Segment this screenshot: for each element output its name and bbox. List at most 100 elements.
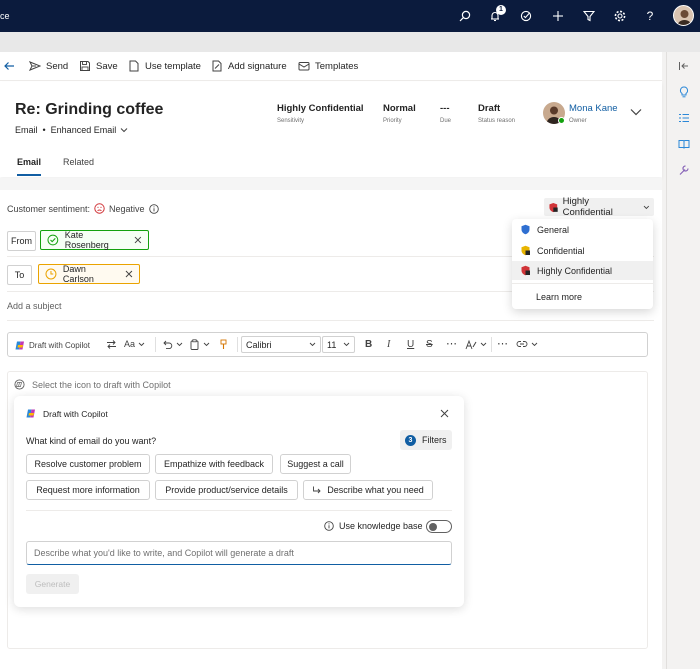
font-size-select[interactable]: 11 bbox=[322, 336, 355, 353]
tab-related[interactable]: Related bbox=[63, 157, 94, 176]
undo-dropdown[interactable] bbox=[162, 339, 183, 350]
chevron-down-icon bbox=[120, 128, 128, 133]
chip-request-more-information[interactable]: Request more information bbox=[26, 480, 150, 500]
chevron-down-icon bbox=[643, 205, 650, 209]
swap-icon[interactable] bbox=[106, 339, 117, 350]
use-template-button[interactable]: Use template bbox=[128, 60, 201, 72]
format-painter-icon[interactable] bbox=[218, 339, 229, 350]
customer-sentiment: Customer sentiment: Negative bbox=[7, 203, 159, 214]
form-selector[interactable]: Enhanced Email bbox=[51, 125, 129, 135]
separator-dot: • bbox=[42, 125, 46, 135]
form-name: Enhanced Email bbox=[50, 125, 117, 135]
sensitivity-option-confidential[interactable]: Confidential bbox=[512, 241, 653, 260]
chip-resolve-customer-problem[interactable]: Resolve customer problem bbox=[26, 454, 150, 474]
general-label: General bbox=[537, 224, 570, 235]
due-label: Due bbox=[440, 118, 452, 124]
lightbulb-icon[interactable] bbox=[676, 84, 692, 100]
user-avatar[interactable] bbox=[673, 5, 694, 26]
save-button[interactable]: Save bbox=[79, 60, 118, 72]
paste-dropdown[interactable] bbox=[189, 339, 210, 350]
sensitivity-menu: General Confidential Highly Confidential… bbox=[512, 219, 653, 309]
list-icon[interactable] bbox=[676, 110, 692, 126]
bold-button[interactable]: B bbox=[365, 339, 372, 350]
chip-describe-what-you-need[interactable]: Describe what you need bbox=[303, 480, 433, 500]
copilot-hint: Select the icon to draft with Copilot bbox=[14, 379, 171, 390]
info-icon[interactable] bbox=[324, 521, 334, 531]
text-style-icon: Aa bbox=[124, 339, 136, 349]
sensitivity-field: Highly Confidential Sensitivity bbox=[277, 103, 364, 124]
from-label-button[interactable]: From bbox=[7, 231, 36, 251]
chip-provide-product-service-details[interactable]: Provide product/service details bbox=[155, 480, 298, 500]
search-icon[interactable] bbox=[457, 8, 473, 24]
generate-button[interactable]: Generate bbox=[26, 574, 79, 594]
sensitivity-option-general[interactable]: General bbox=[512, 220, 653, 239]
sensitivity-current-value: Highly Confidential bbox=[562, 196, 613, 218]
sensitivity-option-highly-confidential[interactable]: Highly Confidential bbox=[512, 261, 653, 280]
draft-with-copilot-button[interactable]: Draft with Copilot bbox=[15, 340, 90, 351]
entity-name: Email bbox=[15, 125, 38, 135]
status-reason-field: Draft Status reason bbox=[478, 103, 515, 124]
templates-button[interactable]: Templates bbox=[298, 60, 358, 72]
font-family-select[interactable]: Calibri bbox=[241, 336, 321, 353]
task-icon[interactable] bbox=[518, 8, 534, 24]
underline-button[interactable]: U bbox=[407, 339, 414, 350]
highly-confidential-label: Highly Confidential bbox=[537, 265, 613, 276]
sensitivity-label-button[interactable]: Highly Confidential bbox=[544, 196, 654, 218]
chip-suggest-a-call[interactable]: Suggest a call bbox=[280, 454, 351, 474]
copilot-outline-icon[interactable] bbox=[14, 379, 25, 390]
wrench-icon[interactable] bbox=[676, 162, 692, 178]
expand-header-chevron-icon[interactable] bbox=[630, 108, 642, 118]
close-icon[interactable] bbox=[440, 409, 449, 420]
filters-label: Filters bbox=[422, 435, 447, 445]
send-label: Send bbox=[46, 60, 69, 72]
knowledge-base-toggle[interactable] bbox=[426, 520, 452, 533]
book-icon[interactable] bbox=[676, 136, 692, 152]
chip-empathize-with-feedback[interactable]: Empathize with feedback bbox=[155, 454, 273, 474]
add-signature-button[interactable]: Add signature bbox=[211, 60, 287, 72]
to-label-button[interactable]: To bbox=[7, 265, 32, 285]
remove-to-icon[interactable] bbox=[125, 270, 133, 278]
owner-field: Mona Kane Owner bbox=[569, 103, 618, 124]
help-icon[interactable]: ? bbox=[642, 8, 658, 24]
to-recipient[interactable]: Dawn Carlson bbox=[38, 264, 140, 284]
italic-button[interactable]: I bbox=[387, 339, 390, 350]
templates-icon bbox=[298, 62, 310, 71]
filter-icon[interactable] bbox=[581, 8, 597, 24]
toolbar-divider bbox=[237, 337, 238, 352]
owner-label: Owner bbox=[569, 118, 587, 124]
link-icon bbox=[516, 341, 528, 347]
tab-email[interactable]: Email bbox=[17, 157, 42, 176]
collapse-pane-icon[interactable] bbox=[676, 58, 692, 74]
use-template-label: Use template bbox=[145, 60, 201, 72]
copilot-prompt-input[interactable]: Describe what you'd like to write, and C… bbox=[26, 541, 452, 565]
signature-icon bbox=[212, 60, 222, 72]
more-format-icon[interactable]: ⋯ bbox=[497, 337, 508, 350]
gear-icon[interactable] bbox=[612, 8, 628, 24]
reply-arrow-icon bbox=[313, 486, 321, 493]
strikethrough-button[interactable]: S bbox=[426, 339, 433, 350]
divider bbox=[512, 283, 653, 284]
owner-name-link[interactable]: Mona Kane bbox=[569, 103, 618, 114]
clock-icon bbox=[45, 268, 57, 280]
shield-icon bbox=[521, 224, 530, 235]
text-style-dropdown[interactable]: Aa bbox=[124, 339, 145, 349]
due-field: --- Due bbox=[440, 103, 451, 124]
highlight-dropdown[interactable] bbox=[465, 339, 487, 350]
chevron-down-icon bbox=[138, 342, 145, 346]
toolbar-divider bbox=[491, 337, 492, 352]
from-recipient[interactable]: Kate Rosenberg bbox=[40, 230, 149, 250]
form-tabs: Email Related bbox=[17, 157, 94, 176]
back-button[interactable] bbox=[3, 60, 15, 72]
shield-icon bbox=[549, 202, 558, 212]
learn-more-link[interactable]: Learn more bbox=[512, 287, 653, 306]
more-options-icon[interactable]: ⋯ bbox=[446, 337, 457, 350]
describe-what-you-need-label: Describe what you need bbox=[327, 485, 424, 495]
subject-input[interactable]: Add a subject bbox=[7, 301, 62, 311]
info-icon[interactable] bbox=[148, 203, 159, 214]
send-button[interactable]: Send bbox=[29, 60, 68, 72]
plus-icon[interactable] bbox=[550, 8, 566, 24]
priority-value: Normal bbox=[383, 103, 416, 114]
remove-from-icon[interactable] bbox=[134, 236, 142, 244]
link-dropdown[interactable] bbox=[516, 339, 538, 349]
filters-button[interactable]: 3 Filters bbox=[400, 430, 452, 450]
